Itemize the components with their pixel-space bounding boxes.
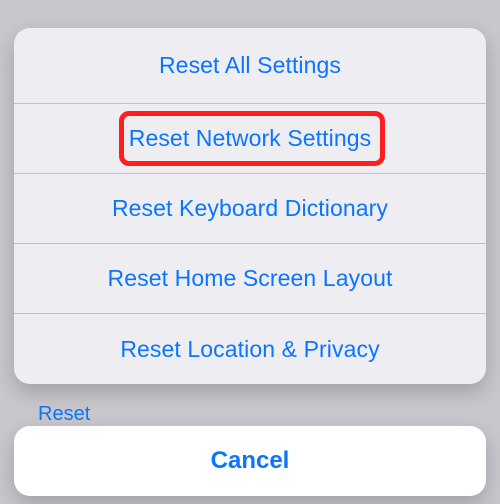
action-item-label: Reset Network Settings (129, 125, 372, 152)
background-partial-row: Reset (38, 403, 90, 426)
reset-keyboard-dictionary-item[interactable]: Reset Keyboard Dictionary (14, 174, 486, 244)
action-item-label: Reset Keyboard Dictionary (112, 195, 388, 222)
cancel-button[interactable]: Cancel (14, 426, 486, 496)
action-sheet: Reset All Settings Reset Network Setting… (14, 28, 486, 384)
reset-home-screen-layout-item[interactable]: Reset Home Screen Layout (14, 244, 486, 314)
action-item-label: Reset All Settings (159, 52, 341, 79)
background-partial-text: Reset (38, 403, 90, 425)
reset-network-settings-item[interactable]: Reset Network Settings (14, 104, 486, 174)
cancel-label: Cancel (211, 447, 290, 475)
reset-all-settings-item[interactable]: Reset All Settings (14, 28, 486, 104)
reset-location-privacy-item[interactable]: Reset Location & Privacy (14, 314, 486, 384)
action-item-label: Reset Home Screen Layout (108, 265, 393, 292)
action-item-label: Reset Location & Privacy (120, 336, 379, 363)
